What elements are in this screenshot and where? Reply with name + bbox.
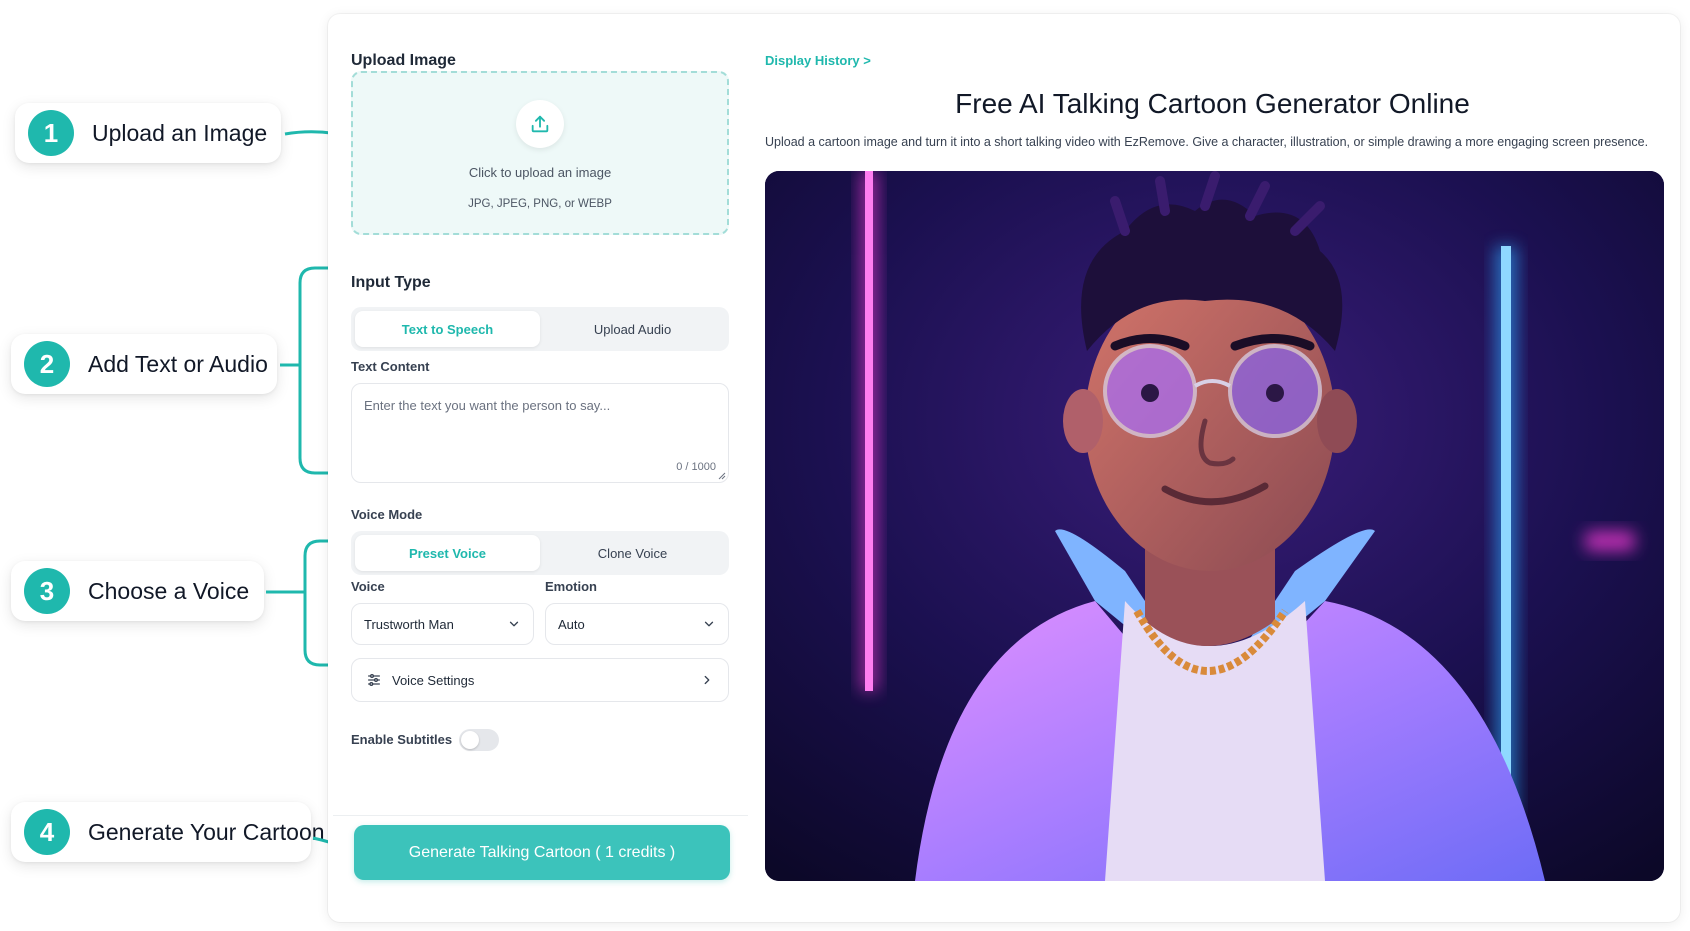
voice-label: Voice bbox=[351, 579, 385, 594]
emotion-select-value: Auto bbox=[558, 616, 585, 632]
tab-clone-voice[interactable]: Clone Voice bbox=[540, 535, 725, 571]
display-history-link[interactable]: Display History > bbox=[765, 53, 871, 68]
step-3-callout: 3 Choose a Voice bbox=[11, 561, 264, 621]
page-description: Upload a cartoon image and turn it into … bbox=[765, 135, 1649, 149]
subtitles-toggle[interactable] bbox=[459, 729, 499, 751]
step-4-number: 4 bbox=[24, 809, 70, 855]
voice-select-value: Trustworth Man bbox=[364, 616, 454, 632]
text-content-label: Text Content bbox=[351, 359, 430, 374]
chevron-down-icon bbox=[704, 621, 714, 627]
upload-title: Upload Image bbox=[351, 52, 456, 69]
page-title: Free AI Talking Cartoon Generator Online bbox=[955, 88, 1470, 119]
cartoon-preview-image bbox=[765, 171, 1664, 881]
step-4-label: Generate Your Cartoon bbox=[88, 818, 325, 845]
emotion-label: Emotion bbox=[545, 579, 597, 594]
input-type-title: Input Type bbox=[351, 274, 431, 291]
step-1-label: Upload an Image bbox=[92, 119, 268, 146]
subtitles-label: Enable Subtitles bbox=[351, 732, 453, 747]
tab-upload-audio[interactable]: Upload Audio bbox=[540, 311, 725, 347]
step-1-number: 1 bbox=[28, 110, 74, 156]
voice-settings-label: Voice Settings bbox=[392, 672, 475, 688]
upload-dropzone[interactable]: Click to upload an image JPG, JPEG, PNG,… bbox=[351, 71, 729, 235]
step-2-callout: 2 Add Text or Audio bbox=[11, 334, 277, 394]
step-3-number: 3 bbox=[24, 568, 70, 614]
generator-form: Upload Image Click to upload an image JP… bbox=[328, 14, 748, 922]
upload-formats: JPG, JPEG, PNG, or WEBP bbox=[468, 198, 612, 210]
toggle-knob bbox=[461, 731, 479, 749]
tab-text-to-speech[interactable]: Text to Speech bbox=[355, 311, 540, 347]
chevron-right-icon bbox=[704, 675, 710, 685]
sliders-icon bbox=[368, 674, 380, 686]
resize-grip-icon[interactable] bbox=[718, 472, 726, 480]
voice-settings-button[interactable]: Voice Settings bbox=[351, 658, 729, 702]
step-2-number: 2 bbox=[24, 341, 70, 387]
voice-mode-toggle: Preset Voice Clone Voice bbox=[351, 531, 729, 575]
step-2-label: Add Text or Audio bbox=[88, 350, 268, 377]
text-content-input[interactable]: Enter the text you want the person to sa… bbox=[351, 383, 729, 483]
main-card: Upload Image Click to upload an image JP… bbox=[328, 14, 1680, 922]
chevron-down-icon bbox=[509, 621, 519, 627]
input-type-toggle: Text to Speech Upload Audio bbox=[351, 307, 729, 351]
text-content-placeholder: Enter the text you want the person to sa… bbox=[364, 398, 611, 413]
tab-preset-voice[interactable]: Preset Voice bbox=[355, 535, 540, 571]
upload-icon bbox=[516, 100, 564, 148]
voice-mode-label: Voice Mode bbox=[351, 507, 423, 522]
step-3-label: Choose a Voice bbox=[88, 577, 250, 604]
step-4-callout: 4 Generate Your Cartoon bbox=[11, 802, 325, 862]
voice-select[interactable]: Trustworth Man bbox=[351, 603, 534, 645]
emotion-select[interactable]: Auto bbox=[545, 603, 729, 645]
divider bbox=[333, 815, 748, 816]
char-counter: 0 / 1000 bbox=[676, 461, 716, 473]
generate-button[interactable]: Generate Talking Cartoon ( 1 credits ) bbox=[354, 825, 730, 880]
upload-prompt: Click to upload an image bbox=[468, 165, 612, 180]
step-1-callout: 1 Upload an Image bbox=[15, 103, 281, 163]
